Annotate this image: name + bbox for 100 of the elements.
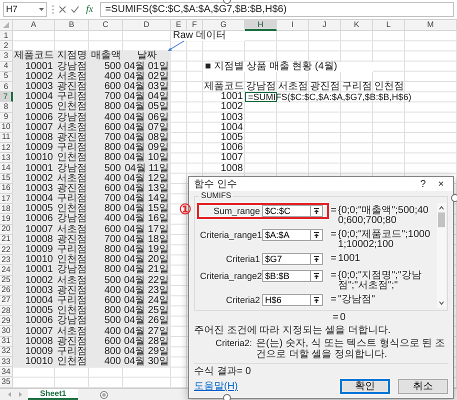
row-header[interactable]: 23 (0, 255, 13, 266)
table-cell: 10002 (13, 72, 55, 82)
column-header[interactable]: A (13, 20, 55, 31)
column-header[interactable]: C (89, 20, 123, 31)
argument-field[interactable]: $C:$C (262, 205, 311, 217)
row-header[interactable]: 7 (0, 92, 13, 102)
table-cell: 강남점 (55, 112, 89, 123)
row-header[interactable]: 1 (0, 31, 13, 42)
collapse-button[interactable] (311, 205, 323, 217)
table-cell: 04월 22일 (123, 276, 171, 286)
table-cell-text: 1006 (220, 143, 244, 154)
table-cell: 04월 11일 (123, 163, 171, 174)
row-header[interactable]: 6 (0, 82, 13, 92)
column-header[interactable]: M (405, 20, 457, 31)
table-cell: 500 (89, 163, 123, 174)
row-header[interactable]: 33 (0, 357, 13, 368)
scrollbar[interactable] (437, 203, 446, 308)
table-cell: 강남점 (55, 62, 89, 72)
row-header[interactable]: 21 (0, 234, 13, 245)
column-header[interactable]: F (187, 20, 203, 31)
row-header[interactable]: 15 (0, 174, 13, 184)
column-heading: 제품코드 (13, 51, 55, 62)
table-cell: 500 (89, 62, 123, 72)
row-header[interactable]: 4 (0, 62, 13, 72)
help-link[interactable]: 도움말(H) (194, 381, 238, 392)
row-header[interactable]: 11 (0, 132, 13, 144)
row-header[interactable]: 24 (0, 265, 13, 276)
table-cell: 광진점 (55, 336, 89, 347)
row-header[interactable]: 18 (0, 204, 13, 214)
row-header[interactable]: 28 (0, 306, 13, 316)
table-cell: 800 (89, 265, 123, 276)
column-header[interactable]: D (123, 20, 171, 31)
column-header[interactable]: L (373, 20, 405, 31)
row-header[interactable]: 19 (0, 214, 13, 225)
row-header[interactable]: 5 (0, 72, 13, 82)
result-value: 0 (340, 312, 347, 323)
formula-field[interactable]: =SUMIFS($C:$C,$A:$A,$G7,$B:$B,H$6) (100, 2, 454, 17)
row-header[interactable]: 16 (0, 184, 13, 194)
cancel-icon[interactable] (59, 6, 66, 13)
row-header[interactable]: 9 (0, 112, 13, 123)
sheet-tab[interactable]: Sheet1 (28, 389, 78, 400)
column-header[interactable]: B (55, 20, 89, 31)
row-header[interactable]: 3 (0, 51, 13, 62)
resize-handle[interactable] (223, 394, 231, 400)
collapse-button[interactable] (311, 294, 323, 306)
argument-field[interactable]: $B:$B (262, 270, 311, 282)
table-cell: 04월 23일 (123, 286, 171, 296)
column-header[interactable]: G (203, 20, 245, 31)
name-box[interactable]: H7 (3, 2, 47, 17)
row-header[interactable]: 12 (0, 143, 13, 154)
column-header[interactable]: I (277, 20, 309, 31)
table-cell: 서초점 (55, 224, 89, 235)
collapse-button[interactable] (311, 270, 323, 282)
argument-field[interactable]: $A:$A (262, 229, 311, 241)
resize-handle[interactable] (451, 194, 457, 202)
row-header[interactable]: 14 (0, 163, 13, 174)
row-header[interactable]: 32 (0, 346, 13, 357)
column-header[interactable]: K (341, 20, 373, 31)
table-cell: 10004 (13, 92, 55, 102)
column-header[interactable]: H (245, 20, 277, 31)
table-cell: 10005 (13, 204, 55, 214)
table-cell-text: 1001 (220, 92, 244, 102)
close-button[interactable]: × (434, 178, 448, 190)
collapse-button[interactable] (311, 253, 323, 265)
row-header[interactable]: 27 (0, 296, 13, 306)
insert-function-button[interactable]: fx (84, 2, 96, 17)
row-header[interactable]: 30 (0, 326, 13, 337)
check-icon[interactable] (71, 6, 79, 13)
table-cell: 10001 (13, 163, 55, 174)
row-header[interactable]: 2 (0, 41, 13, 52)
row-header[interactable]: 10 (0, 122, 13, 133)
row-header[interactable]: 31 (0, 336, 13, 347)
row-header[interactable]: 25 (0, 276, 13, 286)
argument-field[interactable]: H$6 (262, 294, 311, 306)
add-sheet-icon[interactable] (100, 390, 108, 398)
row-header[interactable]: 29 (0, 316, 13, 326)
row-header[interactable]: 8 (0, 102, 13, 112)
row-header[interactable]: 17 (0, 194, 13, 204)
row-header[interactable]: 35 (0, 377, 13, 388)
table-cell: 04월 21일 (123, 265, 171, 276)
column-heading: 서초점 (277, 82, 309, 92)
row-header[interactable]: 26 (0, 286, 13, 296)
table-cell: 10003 (13, 82, 55, 92)
help-button[interactable]: ? (416, 178, 430, 190)
table-cell: 800 (89, 102, 123, 112)
row-header[interactable]: 13 (0, 153, 13, 164)
table-cell: 10010 (13, 357, 55, 368)
table-cell: 04월 29일 (123, 346, 171, 357)
table-cell: 04월 17일 (123, 224, 171, 235)
row-header[interactable]: 20 (0, 224, 13, 235)
table-cell: 400 (89, 357, 123, 368)
column-header[interactable]: J (309, 20, 341, 31)
table-cell: 04월 25일 (123, 306, 171, 316)
collapse-button[interactable] (311, 229, 323, 241)
row-header[interactable]: 22 (0, 244, 13, 256)
argument-field[interactable]: $G7 (262, 253, 311, 265)
cancel-button[interactable]: 취소 (398, 379, 448, 394)
ok-button[interactable]: 확인 (340, 379, 390, 394)
row-header[interactable]: 34 (0, 367, 13, 378)
column-header[interactable]: E (171, 20, 187, 31)
